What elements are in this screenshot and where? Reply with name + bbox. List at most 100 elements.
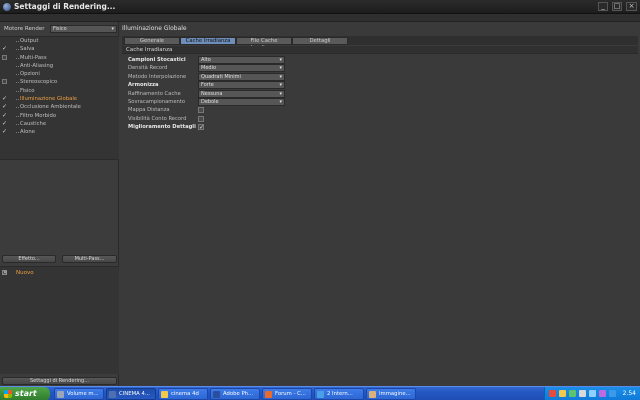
start-button[interactable]: start xyxy=(0,387,50,400)
tree-item[interactable]: Output xyxy=(0,37,119,45)
tree-item[interactable]: ✓ Illuminazione Globale xyxy=(0,95,119,103)
tree-item-label: Filtro Morbido xyxy=(15,112,57,119)
tab-dettagli[interactable]: Dettagli xyxy=(292,37,348,45)
param-row: Sovracampionamento Debole ▾ xyxy=(122,98,322,106)
effect-label: Nuovo xyxy=(16,270,34,276)
tree-item[interactable]: ✓ Filtro Morbido xyxy=(0,112,119,120)
tray-network-icon[interactable] xyxy=(589,390,596,397)
param-row: Visibilità Conto Record xyxy=(122,115,322,123)
title-bar[interactable]: Settaggi di Rendering... _ □ × xyxy=(0,0,640,14)
effects-list: ✕ Nuovo xyxy=(0,266,119,374)
param-select[interactable]: Debole ▾ xyxy=(198,98,285,106)
param-label: Sovracampionamento xyxy=(128,99,186,105)
param-value: Debole xyxy=(201,99,219,105)
tree-item[interactable]: ✓ Salva xyxy=(0,45,119,53)
render-engine-row: Motore Render Fisico ▾ xyxy=(0,24,119,34)
chevron-down-icon: ▾ xyxy=(279,73,282,80)
chevron-down-icon: ▾ xyxy=(111,26,114,32)
tray-shield-icon[interactable] xyxy=(569,390,576,397)
taskbar-button[interactable]: 2 Intern... xyxy=(314,388,364,400)
minimize-button[interactable]: _ xyxy=(598,2,608,11)
tab-generale[interactable]: Generale xyxy=(124,37,180,45)
tree-item[interactable]: Anti-Aliasing xyxy=(0,62,119,70)
render-settings-window: Settaggi di Rendering... _ □ × Motore Re… xyxy=(0,0,640,400)
checkbox[interactable] xyxy=(2,54,7,60)
windows-logo-icon xyxy=(4,390,12,398)
subheader: Cache Irradianza xyxy=(122,46,638,54)
tree-item-label: Fisico xyxy=(16,87,35,94)
taskbar-button[interactable]: Volume m... xyxy=(54,388,104,400)
chevron-down-icon: ▾ xyxy=(279,82,282,89)
param-label: Raffinamento Cache xyxy=(128,90,181,97)
param-row: Metodo Interpolazione Quadrati Minimi ▾ xyxy=(122,72,322,81)
param-row: Campioni Stocastici Alto ▾ xyxy=(122,56,322,64)
effect-button[interactable]: Effetto... xyxy=(2,255,56,263)
checkmark-icon[interactable]: ✓ xyxy=(2,46,8,52)
subheader-label: Cache Irradianza xyxy=(126,47,173,53)
taskbar-button[interactable]: CINEMA 4... xyxy=(106,388,156,400)
param-select[interactable]: Alto ▾ xyxy=(198,56,285,64)
maximize-button[interactable]: □ xyxy=(612,2,622,11)
tray-bluetooth-icon[interactable] xyxy=(609,390,616,397)
chevron-down-icon: ▾ xyxy=(279,65,282,72)
multipass-button[interactable]: Multi-Pass... xyxy=(62,255,117,263)
param-row: Armonizza Forte ▾ xyxy=(122,81,322,90)
clock: 2.54 xyxy=(622,390,636,397)
tree-item[interactable]: Opzioni xyxy=(0,70,119,78)
cinema4d-app-icon xyxy=(3,3,11,11)
tray-app-icon[interactable] xyxy=(549,390,556,397)
tree-item-label: Salva xyxy=(15,46,35,53)
tree-item[interactable]: Stereoscopico xyxy=(0,78,119,86)
effect-checkbox[interactable]: ✕ xyxy=(2,270,7,276)
task-label: 2 Intern... xyxy=(327,391,353,397)
section-title: Illuminazione Globale xyxy=(122,25,187,32)
render-engine-label: Motore Render xyxy=(4,26,45,32)
tree-item[interactable]: ✓ Occlusione Ambientale xyxy=(0,103,119,111)
param-label: Campioni Stocastici xyxy=(128,57,186,63)
taskbar-button[interactable]: Adobe Ph... xyxy=(210,388,260,400)
param-checkbox[interactable]: ✓ xyxy=(198,124,204,131)
taskbar-button[interactable]: Forum - C... xyxy=(262,388,312,400)
task-label: Forum - C... xyxy=(275,391,306,397)
param-select[interactable]: Nessuna ▾ xyxy=(198,89,285,98)
tray-speaker-icon[interactable] xyxy=(579,390,586,397)
checkmark-icon[interactable]: ✓ xyxy=(2,112,8,119)
param-checkbox[interactable] xyxy=(198,115,204,122)
task-app-icon xyxy=(213,391,220,398)
menu-strip xyxy=(0,14,640,22)
param-select[interactable]: Quadrati Minimi ▾ xyxy=(198,72,285,81)
taskbar-button[interactable]: cinema 4d xyxy=(158,388,208,400)
checkbox[interactable] xyxy=(2,79,7,85)
param-checkbox[interactable] xyxy=(198,107,204,114)
render-engine-value: Fisico xyxy=(53,26,67,32)
window-title: Settaggi di Rendering... xyxy=(14,2,116,11)
task-app-icon xyxy=(57,391,64,398)
chevron-down-icon: ▾ xyxy=(279,99,282,105)
tree-item[interactable]: ✓ Alone xyxy=(0,128,119,136)
checkmark-icon[interactable]: ✓ xyxy=(2,104,8,110)
param-value: Quadrati Minimi xyxy=(201,73,241,80)
param-select[interactable]: Medio ▾ xyxy=(198,64,285,73)
tree-item[interactable]: ✓ Caustiche xyxy=(0,120,119,128)
tree-item[interactable]: Multi-Pass xyxy=(0,54,119,62)
param-label: Densità Record xyxy=(128,65,168,72)
chevron-down-icon: ▾ xyxy=(279,90,282,97)
taskbar-button[interactable]: Immagine... xyxy=(366,388,416,400)
task-label: cinema 4d xyxy=(171,391,199,397)
tab-file-cache-irradianza[interactable]: File Cache Irradianza xyxy=(236,37,292,51)
tree-item-label: Stereoscopico xyxy=(15,79,58,86)
param-row: Miglioramento Dettagli ✓ xyxy=(122,123,322,131)
tab-cache-irradianza[interactable]: Cache Irradianza xyxy=(180,37,236,45)
close-button[interactable]: × xyxy=(626,2,637,11)
checkmark-icon[interactable]: ✓ xyxy=(2,120,8,127)
tray-messenger-icon[interactable] xyxy=(599,390,606,397)
param-value: Forte xyxy=(201,82,214,89)
tree-item[interactable]: Fisico xyxy=(0,87,119,95)
param-select[interactable]: Forte ▾ xyxy=(198,81,285,90)
checkmark-icon[interactable]: ✓ xyxy=(2,129,8,135)
render-settings-button[interactable]: Settaggi di Rendering... xyxy=(2,377,117,385)
render-engine-select[interactable]: Fisico ▾ xyxy=(50,25,117,33)
tray-folder-icon[interactable] xyxy=(559,390,566,397)
param-value: Alto xyxy=(201,57,211,63)
checkmark-icon[interactable]: ✓ xyxy=(2,96,8,102)
